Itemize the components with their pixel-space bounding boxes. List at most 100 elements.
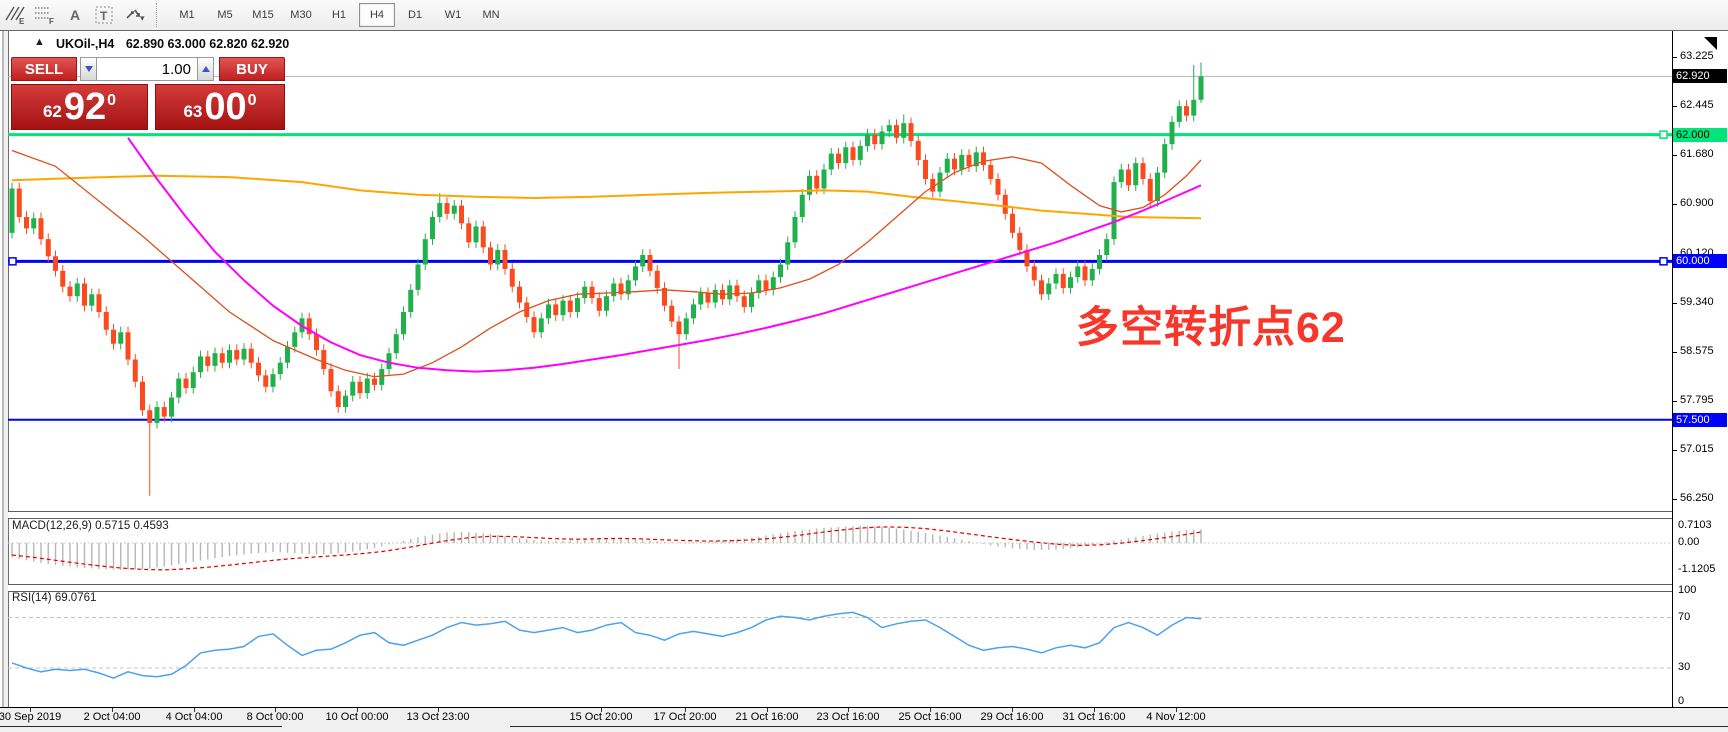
chevron-down-icon (85, 66, 93, 72)
time-tick-label: 30 Sep 2019 (0, 711, 75, 723)
one-click-trade-panel: SELL BUY 62 92 0 63 00 0 (11, 57, 285, 130)
rsi-indicator-pane (8, 590, 1672, 707)
svg-text:▾: ▾ (140, 13, 145, 23)
price-tick-label: 57.015 (1680, 443, 1714, 455)
volume-decrease-button[interactable] (80, 57, 97, 81)
chart-annotation-text: 多空转折点62 (1076, 293, 1346, 355)
chart-symbol-icon: ▲ (34, 36, 45, 48)
buy-price-handle: 63 (183, 102, 202, 122)
sell-price-display[interactable]: 62 92 0 (11, 84, 148, 130)
time-tick-label: 21 Oct 16:00 (722, 711, 812, 723)
timeframe-button-m5[interactable]: M5 (207, 3, 243, 27)
svg-text:T: T (100, 9, 108, 23)
time-tick-label: 15 Oct 20:00 (556, 711, 646, 723)
timeframe-button-mn[interactable]: MN (473, 3, 509, 27)
equidistant-channel-tool-icon: E (3, 4, 27, 26)
sell-button[interactable]: SELL (11, 57, 77, 81)
time-tick-label: 8 Oct 00:00 (230, 711, 320, 723)
rsi-axis-label: 100 (1678, 584, 1696, 596)
price-tick-label: 58.575 (1680, 345, 1714, 357)
scrollbar-segment[interactable] (510, 726, 1728, 727)
price-tick-mark (1673, 204, 1677, 205)
buy-price-display[interactable]: 63 00 0 (155, 84, 285, 130)
chart-title: UKOil-,H4 62.890 63.000 62.820 62.920 (56, 37, 289, 51)
current-price-badge: 62.920 (1673, 69, 1727, 83)
macd-indicator-pane (8, 517, 1672, 584)
time-axis: 30 Sep 20192 Oct 04:004 Oct 04:008 Oct 0… (0, 707, 1728, 727)
time-tick-label: 4 Oct 04:00 (149, 711, 239, 723)
ma-medium-red (12, 151, 1201, 377)
time-tick-label: 10 Oct 00:00 (312, 711, 402, 723)
level-price-badge: 60.000 (1673, 254, 1727, 268)
fibonacci-tool-button[interactable]: F (31, 3, 59, 27)
price-tick-label: 61.680 (1680, 148, 1714, 160)
line-studies-toolbar: E F A T ▾ (0, 3, 150, 27)
time-tick-label: 29 Oct 16:00 (967, 711, 1057, 723)
fibonacci-tool-icon: F (33, 4, 57, 26)
svg-text:E: E (19, 17, 25, 26)
timeframe-button-w1[interactable]: W1 (435, 3, 471, 27)
arrows-tool-icon: ▾ (123, 4, 147, 26)
price-tick-label: 62.445 (1680, 99, 1714, 111)
buy-button[interactable]: BUY (219, 57, 285, 81)
ma-magenta (128, 138, 1201, 372)
timeframe-button-m1[interactable]: M1 (169, 3, 205, 27)
autoscroll-corner-icon (1704, 37, 1717, 50)
timeframe-button-h1[interactable]: H1 (321, 3, 357, 27)
price-tick-mark (1673, 303, 1677, 304)
svg-text:A: A (70, 7, 80, 23)
macd-axis-label: -1.1205 (1678, 563, 1715, 575)
chevron-up-icon (202, 66, 210, 72)
time-tick-label: 4 Nov 12:00 (1131, 711, 1221, 723)
text-tool-button[interactable]: T (91, 3, 119, 27)
price-tick-label: 56.250 (1680, 492, 1714, 504)
scrollbar-segment[interactable] (0, 726, 282, 727)
macd-axis-label: 0.00 (1678, 536, 1699, 548)
price-tick-mark (1673, 106, 1677, 107)
price-tick-mark (1673, 450, 1677, 451)
volume-increase-button[interactable] (197, 57, 214, 81)
toolbar: E F A T ▾ M1M5M15M30H1H4D1W1MN (0, 0, 1728, 31)
timeframe-button-m30[interactable]: M30 (283, 3, 319, 27)
rsi-axis-label: 30 (1678, 661, 1690, 673)
price-tick-label: 59.340 (1680, 296, 1714, 308)
text-label-tool-button[interactable]: A (61, 3, 89, 27)
price-tick-mark (1673, 155, 1677, 156)
price-tick-mark (1673, 499, 1677, 500)
toolbar-separator (156, 3, 162, 27)
price-tick-label: 60.900 (1680, 197, 1714, 209)
timeframe-button-h4[interactable]: H4 (359, 3, 395, 27)
level-price-badge: 57.500 (1673, 413, 1727, 427)
sell-price-big-digits: 92 (64, 85, 106, 129)
chart-symbol-period: UKOil-,H4 (56, 37, 114, 51)
buy-price-big-digits: 00 (204, 85, 246, 129)
window-bottom-frame (0, 726, 1728, 732)
time-tick-label: 2 Oct 04:00 (67, 711, 157, 723)
level-price-badge: 62.000 (1673, 128, 1727, 142)
volume-input[interactable] (97, 57, 197, 81)
ma-slow-orange (12, 176, 1201, 219)
macd-signal-line (12, 527, 1201, 570)
sell-price-pip: 0 (107, 92, 116, 110)
price-tick-label: 63.225 (1680, 50, 1714, 62)
sell-price-handle: 62 (43, 102, 62, 122)
time-tick-label: 25 Oct 16:00 (885, 711, 975, 723)
timeframe-button-d1[interactable]: D1 (397, 3, 433, 27)
rsi-label: RSI(14) 69.0761 (12, 592, 96, 604)
timeframe-toolbar: M1M5M15M30H1H4D1W1MN (168, 3, 510, 27)
macd-label: MACD(12,26,9) 0.5715 0.4593 (12, 520, 169, 532)
chart-ohlc-values: 62.890 63.000 62.820 62.920 (126, 37, 289, 51)
price-tick-mark (1673, 57, 1677, 58)
arrows-tool-button[interactable]: ▾ (121, 3, 149, 27)
price-tick-mark (1673, 401, 1677, 402)
price-tick-label: 57.795 (1680, 394, 1714, 406)
svg-text:F: F (49, 17, 54, 26)
text-label-tool-icon: A (63, 4, 87, 26)
volume-stepper (80, 57, 214, 81)
equidistant-channel-tool-button[interactable]: E (1, 3, 29, 27)
rsi-axis-label: 0 (1678, 695, 1684, 707)
timeframe-button-m15[interactable]: M15 (245, 3, 281, 27)
time-tick-label: 31 Oct 16:00 (1049, 711, 1139, 723)
time-tick-label: 23 Oct 16:00 (803, 711, 893, 723)
price-tick-mark (1673, 352, 1677, 353)
